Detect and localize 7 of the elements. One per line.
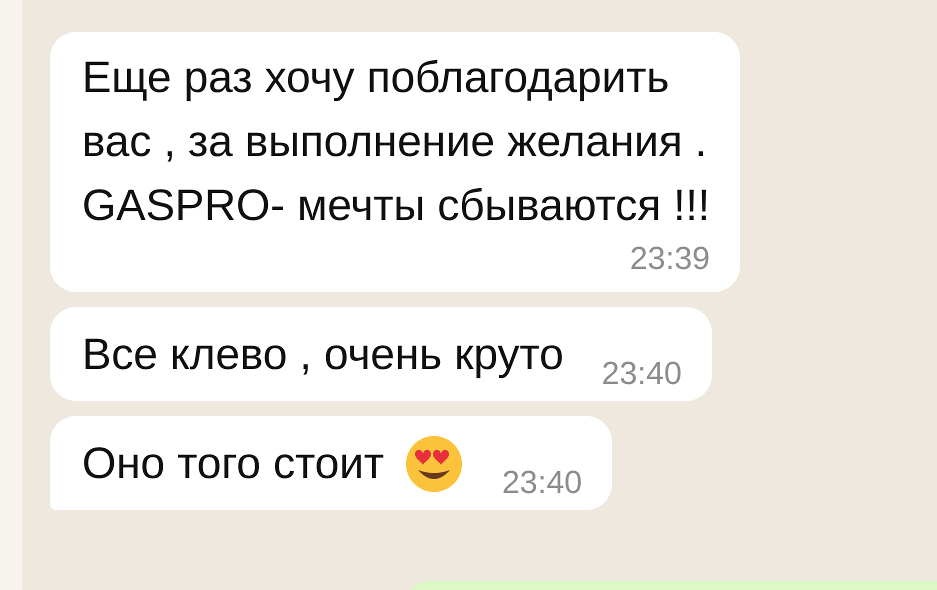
message-time: 23:40: [502, 463, 582, 502]
message-text: Все клево , очень круто: [82, 329, 564, 381]
message-time: 23:39: [630, 239, 710, 278]
message-text: Еще раз хочу поблагодарить вас , за выполнение желания . GASPRO- мечты сбываются !!!: [82, 52, 710, 232]
message-text: Оно того стоит: [82, 438, 384, 490]
heart-eyes-emoji-icon: [404, 434, 464, 494]
message-time: 23:40: [602, 354, 682, 393]
